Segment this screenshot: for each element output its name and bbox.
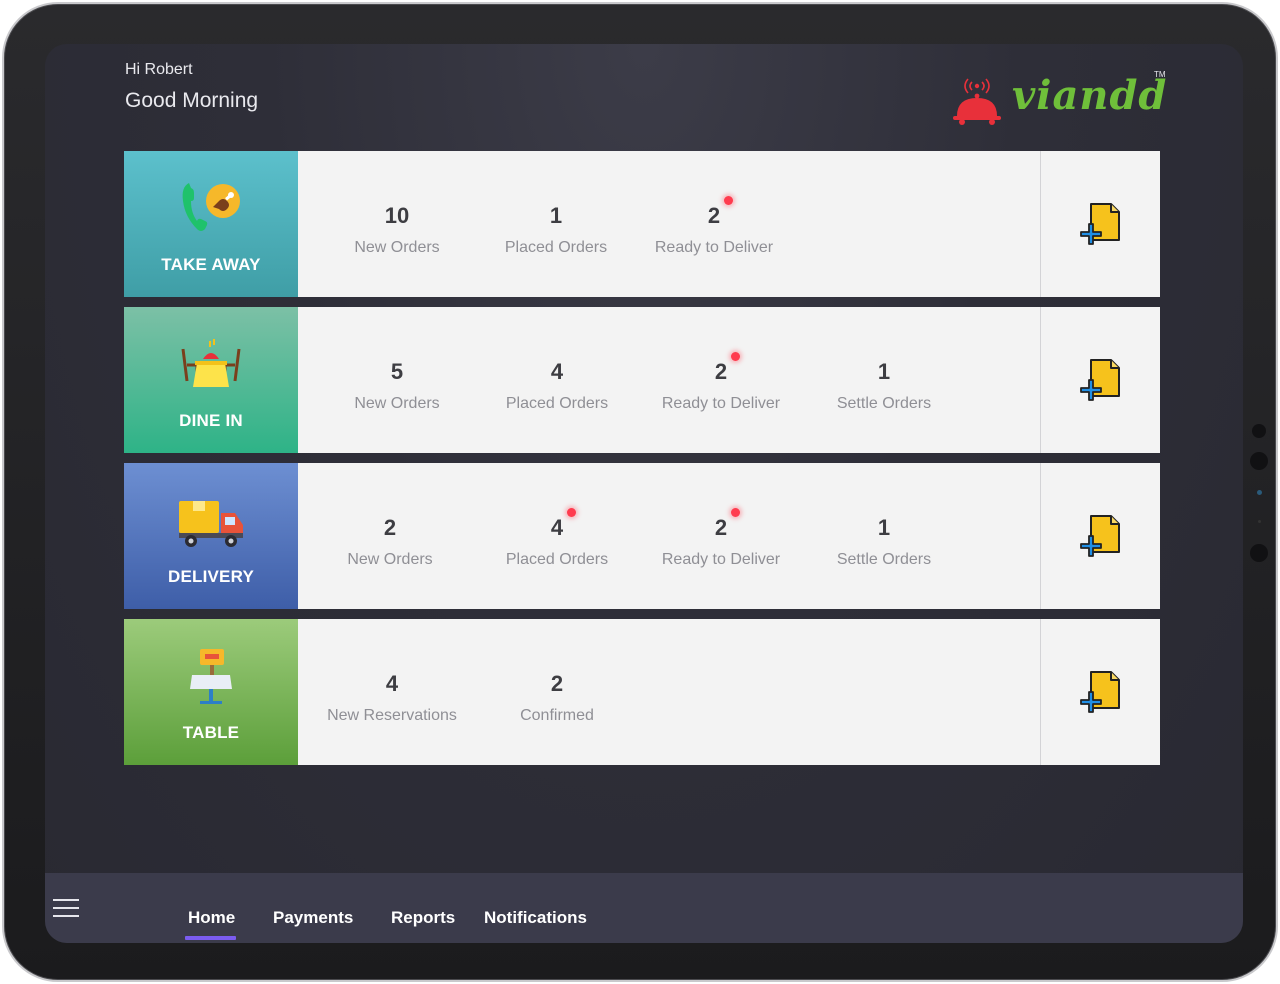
stat-label: New Reservations — [327, 707, 457, 724]
table-title: TABLE — [182, 723, 240, 742]
logo-text: viandd — [1012, 72, 1168, 119]
add-document-icon — [1079, 671, 1120, 713]
stat-label: Confirmed — [520, 707, 594, 724]
add-document-icon — [1079, 515, 1120, 557]
stat-value: 2 — [383, 515, 397, 540]
dinein-title: DINE IN — [179, 411, 243, 430]
side-sensor — [1258, 520, 1261, 523]
nav-notifications[interactable]: Notifications — [484, 908, 587, 928]
stat-new-orders[interactable]: 2 New Orders — [310, 515, 470, 569]
dining-table-icon — [181, 339, 241, 387]
greeting-name: Hi Robert — [125, 61, 193, 78]
delivery-truck-icon — [179, 501, 243, 547]
nav-payments[interactable]: Payments — [273, 908, 353, 928]
stat-new-reservations[interactable]: 4 New Reservations — [312, 671, 472, 725]
takeaway-add-order-button[interactable] — [1040, 151, 1160, 297]
stat-value: 1 — [877, 515, 891, 540]
takeaway-tile[interactable]: TAKE AWAY — [124, 151, 298, 297]
stat-label: Placed Orders — [505, 551, 609, 568]
table-row: TABLE 4 New Reservations 2 Confirmed — [124, 619, 1160, 765]
stat-new-orders[interactable]: 10 New Orders — [317, 203, 477, 257]
logo-trademark: TM — [1154, 70, 1166, 79]
side-button — [1252, 424, 1266, 438]
hamburger-menu-icon[interactable] — [53, 899, 79, 919]
stat-placed-orders[interactable]: 4 Placed Orders — [477, 359, 637, 413]
side-sensor — [1257, 490, 1262, 495]
phone-food-icon — [182, 183, 240, 231]
delivery-tile[interactable]: DELIVERY — [124, 463, 298, 609]
stat-settle-orders[interactable]: 1 Settle Orders — [804, 515, 964, 569]
stat-label: Settle Orders — [836, 551, 932, 568]
nav-reports[interactable]: Reports — [391, 908, 455, 928]
stat-placed-orders[interactable]: 4 Placed Orders — [477, 508, 637, 569]
takeaway-row: TAKE AWAY 10 New Orders 1 Placed Orders … — [124, 151, 1160, 297]
stat-settle-orders[interactable]: 1 Settle Orders — [804, 359, 964, 413]
stat-label: Placed Orders — [505, 395, 609, 412]
nav-home[interactable]: Home — [188, 908, 235, 928]
notification-dot — [724, 196, 734, 205]
app-screen: Hi Robert Good Morning viandd TM TAKE AW… — [45, 44, 1243, 943]
stat-new-orders[interactable]: 5 New Orders — [317, 359, 477, 413]
stat-value: 4 — [385, 671, 399, 696]
stat-label: New Orders — [354, 239, 440, 256]
stat-value: 2 — [714, 359, 728, 384]
stat-value: 1 — [549, 203, 563, 228]
side-button — [1250, 452, 1268, 470]
stat-label: Ready to Deliver — [661, 551, 781, 568]
notification-dot — [567, 508, 577, 517]
add-document-icon — [1079, 203, 1120, 245]
side-button — [1250, 544, 1268, 562]
delivery-row: DELIVERY 2 New Orders 4 Placed Orders 2 … — [124, 463, 1160, 609]
stat-value: 2 — [550, 671, 564, 696]
greeting-salutation: Good Morning — [125, 89, 259, 112]
stat-label: Ready to Deliver — [661, 395, 781, 412]
table-add-reservation-button[interactable] — [1040, 619, 1160, 765]
takeaway-title: TAKE AWAY — [161, 255, 261, 274]
viandd-logo: viandd TM — [950, 70, 1170, 130]
stat-value: 2 — [714, 515, 728, 540]
delivery-add-order-button[interactable] — [1040, 463, 1160, 609]
notification-dot — [731, 352, 741, 361]
table-tile[interactable]: TABLE — [124, 619, 298, 765]
dinein-row: DINE IN 5 New Orders 4 Placed Orders 2 R… — [124, 307, 1160, 453]
stat-value: 4 — [550, 515, 564, 540]
stat-label: Ready to Deliver — [654, 239, 774, 256]
stat-confirmed[interactable]: 2 Confirmed — [477, 671, 637, 725]
stat-placed-orders[interactable]: 1 Placed Orders — [476, 203, 636, 257]
stat-value: 2 — [707, 203, 721, 228]
stat-value: 4 — [550, 359, 564, 384]
dinein-add-order-button[interactable] — [1040, 307, 1160, 453]
dinein-tile[interactable]: DINE IN — [124, 307, 298, 453]
stat-value: 5 — [390, 359, 404, 384]
reserved-table-icon — [190, 649, 232, 704]
stat-value: 10 — [384, 203, 410, 228]
stat-label: New Orders — [354, 395, 440, 412]
stat-ready-to-deliver[interactable]: 2 Ready to Deliver — [641, 508, 801, 569]
active-tab-indicator — [185, 936, 236, 940]
cloche-signal-icon — [953, 78, 1001, 125]
add-document-icon — [1079, 359, 1120, 401]
tablet-frame: Hi Robert Good Morning viandd TM TAKE AW… — [2, 2, 1278, 982]
stat-ready-to-deliver[interactable]: 2 Ready to Deliver — [641, 352, 801, 413]
stat-value: 1 — [877, 359, 891, 384]
bottom-nav-bar: Home Payments Reports Notifications — [45, 873, 1243, 943]
stat-label: Placed Orders — [504, 239, 608, 256]
stat-label: Settle Orders — [836, 395, 932, 412]
stat-label: New Orders — [347, 551, 433, 568]
stat-ready-to-deliver[interactable]: 2 Ready to Deliver — [634, 196, 794, 257]
delivery-title: DELIVERY — [168, 567, 254, 586]
notification-dot — [731, 508, 741, 517]
